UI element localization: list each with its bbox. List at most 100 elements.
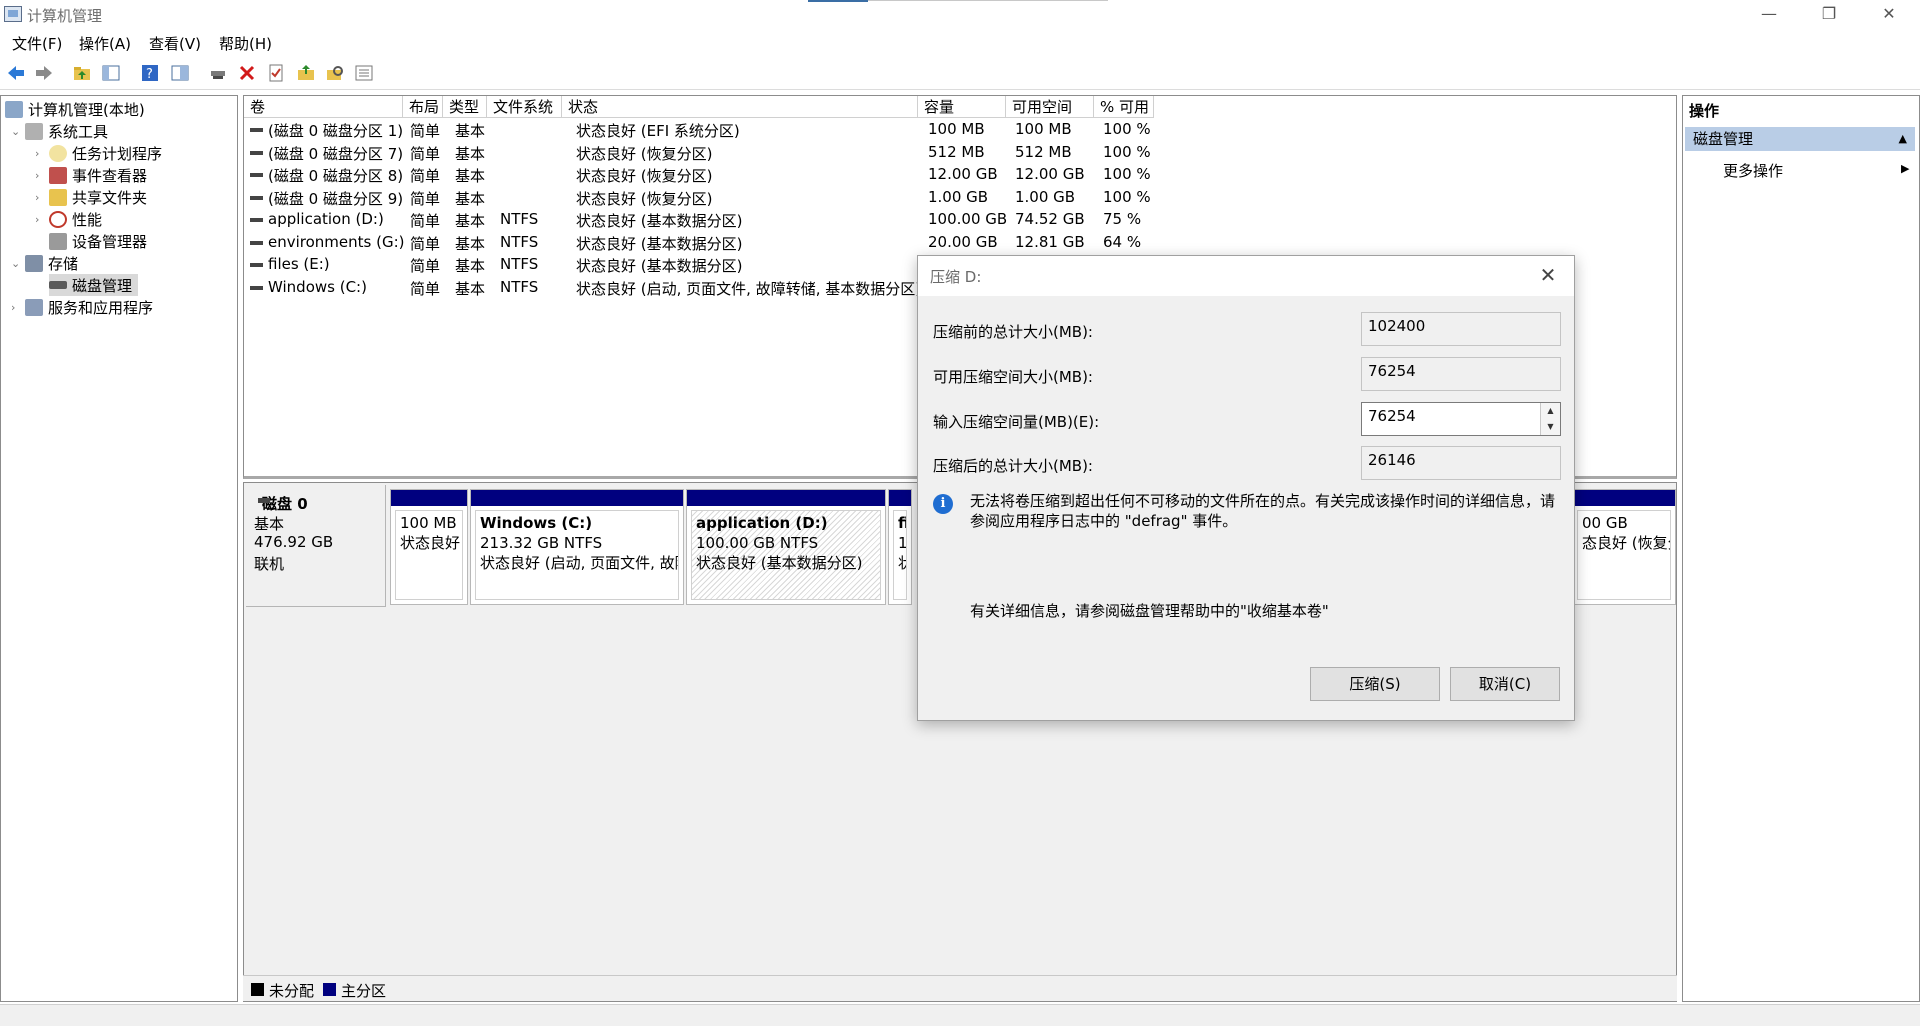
- partition-info: 00 GB 态良好 (恢复分: [1577, 510, 1671, 600]
- partition-band: [687, 490, 885, 506]
- tree-system-tools[interactable]: ⌄ 系统工具: [11, 120, 108, 142]
- tree-task-scheduler[interactable]: › 任务计划程序: [35, 142, 162, 164]
- volume-row[interactable]: (磁盘 0 磁盘分区 8) 简单 基本 状态良好 (恢复分区) 12.00 GB 12.0…: [244, 163, 1674, 185]
- check-properties-icon[interactable]: [266, 63, 286, 83]
- more-actions[interactable]: 更多操作: [1723, 160, 1783, 181]
- collapse-arrow-icon[interactable]: ▲: [1899, 127, 1907, 151]
- column-header-filesystem[interactable]: 文件系统: [487, 96, 562, 118]
- spin-down-icon[interactable]: ▼: [1541, 419, 1560, 435]
- list-view-icon[interactable]: [354, 63, 374, 83]
- forward-arrow-icon[interactable]: [34, 63, 54, 83]
- column-header-percent-free[interactable]: % 可用: [1094, 96, 1154, 118]
- shrink-amount-input[interactable]: 76254 ▲ ▼: [1361, 402, 1561, 436]
- computer-icon: [5, 100, 23, 118]
- menu-help[interactable]: 帮助(H): [219, 33, 272, 54]
- volume-cell-pct: 100 %: [1103, 165, 1151, 183]
- cancel-button[interactable]: 取消(C): [1450, 667, 1560, 701]
- help-reference-text: 有关详细信息，请参阅磁盘管理帮助中的"收缩基本卷": [970, 602, 1329, 620]
- search-folder-icon[interactable]: [325, 63, 345, 83]
- info-icon: i: [933, 494, 953, 514]
- tree-shared-folders[interactable]: › 共享文件夹: [35, 186, 147, 208]
- volume-row[interactable]: environments (G:) 简单 基本 NTFS 状态良好 (基本数据分区) 20…: [244, 231, 1674, 253]
- partition-block[interactable]: application (D:) 100.00 GB NTFS 状态良好 (基本数据…: [686, 489, 886, 605]
- submenu-arrow-icon[interactable]: ▶: [1901, 162, 1909, 175]
- chevron-right-icon[interactable]: ›: [11, 301, 25, 314]
- shrink-amount-stepper[interactable]: ▲ ▼: [1540, 403, 1560, 435]
- volume-icon: [250, 128, 263, 132]
- delete-icon[interactable]: [237, 63, 257, 83]
- show-tree-icon[interactable]: [101, 63, 121, 83]
- available-label: 可用压缩空间大小(MB):: [933, 368, 1093, 386]
- partition-block[interactable]: file 13状: [888, 489, 912, 605]
- volume-cell-pct: 100 %: [1103, 142, 1151, 161]
- volume-row[interactable]: application (D:) 简单 基本 NTFS 状态良好 (基本数据分区) 100…: [244, 208, 1674, 230]
- legend: 未分配 主分区: [243, 975, 1677, 1001]
- unallocated-swatch: [251, 983, 264, 996]
- titlebar-accent: [808, 0, 868, 2]
- volume-row[interactable]: (磁盘 0 磁盘分区 9) 简单 基本 状态良好 (恢复分区) 1.00 GB 1.00 …: [244, 186, 1674, 208]
- connect-disk-icon[interactable]: [208, 63, 228, 83]
- chevron-right-icon[interactable]: ›: [35, 169, 49, 182]
- chevron-down-icon[interactable]: ⌄: [11, 125, 25, 138]
- volume-row[interactable]: (磁盘 0 磁盘分区 1) 简单 基本 状态良好 (EFI 系统分区) 100 MB 10…: [244, 118, 1674, 140]
- back-arrow-icon[interactable]: [6, 63, 26, 83]
- tree-storage[interactable]: ⌄ 存储: [11, 252, 78, 274]
- dialog-close-icon[interactable]: ✕: [1530, 259, 1566, 291]
- column-header-status[interactable]: 状态: [562, 96, 918, 118]
- tree-computer-management[interactable]: 计算机管理(本地): [5, 98, 145, 120]
- tree-disk-management[interactable]: 磁盘管理: [49, 274, 139, 296]
- partition-block[interactable]: 00 GB 态良好 (恢复分: [1572, 489, 1676, 605]
- tree-device-manager[interactable]: 设备管理器: [49, 230, 147, 252]
- services-icon: [25, 298, 43, 316]
- volume-cell-fs: NTFS: [500, 277, 539, 296]
- menu-bar: 文件(F) 操作(A) 查看(V) 帮助(H): [0, 30, 1920, 56]
- export-folder-icon[interactable]: [296, 63, 316, 83]
- shrink-button[interactable]: 压缩(S): [1310, 667, 1440, 701]
- tree-label-performance: 性能: [72, 210, 103, 229]
- partition-block[interactable]: Windows (C:) 213.32 GB NTFS 状态良好 (启动, 页面文件…: [470, 489, 684, 605]
- minimize-button[interactable]: —: [1740, 0, 1798, 30]
- partition-band: [889, 490, 911, 506]
- menu-file[interactable]: 文件(F): [12, 33, 62, 54]
- volume-cell-name: application (D:): [268, 210, 384, 228]
- help-icon[interactable]: ?: [140, 63, 160, 83]
- volume-cell-name: environments (G:): [268, 232, 405, 251]
- tree-label-root: 计算机管理(本地): [28, 100, 145, 119]
- available-field: 76254: [1361, 357, 1561, 391]
- volume-cell-name: files (E:): [268, 255, 330, 273]
- volume-cell-free: 12.81 GB: [1015, 232, 1085, 251]
- column-header-type[interactable]: 类型: [443, 96, 487, 118]
- column-header-volume[interactable]: 卷: [244, 96, 403, 118]
- column-header-layout[interactable]: 布局: [403, 96, 443, 118]
- column-header-free-space[interactable]: 可用空间: [1006, 96, 1094, 118]
- maximize-button[interactable]: ❐: [1800, 0, 1858, 30]
- chevron-right-icon[interactable]: ›: [35, 213, 49, 226]
- close-button[interactable]: ✕: [1860, 0, 1918, 30]
- actions-section-label: 磁盘管理: [1693, 130, 1754, 148]
- volume-cell-fs: NTFS: [500, 232, 539, 251]
- volume-cell-free: 512 MB: [1015, 142, 1072, 161]
- legend-unallocated: 未分配: [269, 982, 315, 1000]
- volume-cell-pct: 75 %: [1103, 210, 1142, 228]
- chevron-right-icon[interactable]: ›: [35, 147, 49, 160]
- column-header-capacity[interactable]: 容量: [918, 96, 1006, 118]
- tree-services-apps[interactable]: › 服务和应用程序: [11, 296, 153, 318]
- chevron-right-icon[interactable]: ›: [35, 191, 49, 204]
- tree-event-viewer[interactable]: › 事件查看器: [35, 164, 147, 186]
- tree-label-services-apps: 服务和应用程序: [48, 298, 154, 317]
- volume-cell-free: 74.52 GB: [1015, 210, 1085, 228]
- actions-section-disk-management[interactable]: 磁盘管理 ▲: [1685, 127, 1915, 151]
- spin-up-icon[interactable]: ▲: [1541, 403, 1560, 419]
- menu-view[interactable]: 查看(V): [149, 33, 201, 54]
- properties-panel-icon[interactable]: [170, 63, 190, 83]
- legend-primary: 主分区: [341, 982, 387, 1000]
- volume-row[interactable]: (磁盘 0 磁盘分区 7) 简单 基本 状态良好 (恢复分区) 512 MB 512 MB…: [244, 141, 1674, 163]
- more-actions-label: 更多操作: [1723, 162, 1784, 180]
- dialog-title: 压缩 D:: [930, 268, 982, 286]
- chevron-down-icon[interactable]: ⌄: [11, 257, 25, 270]
- partition-block[interactable]: 100 MB 状态良好: [390, 489, 468, 605]
- disk-0-label[interactable]: 磁盘 0 基本 476.92 GB 联机: [246, 485, 386, 607]
- menu-action[interactable]: 操作(A): [79, 33, 131, 54]
- up-folder-icon[interactable]: [72, 63, 92, 83]
- tree-performance[interactable]: › 性能: [35, 208, 102, 230]
